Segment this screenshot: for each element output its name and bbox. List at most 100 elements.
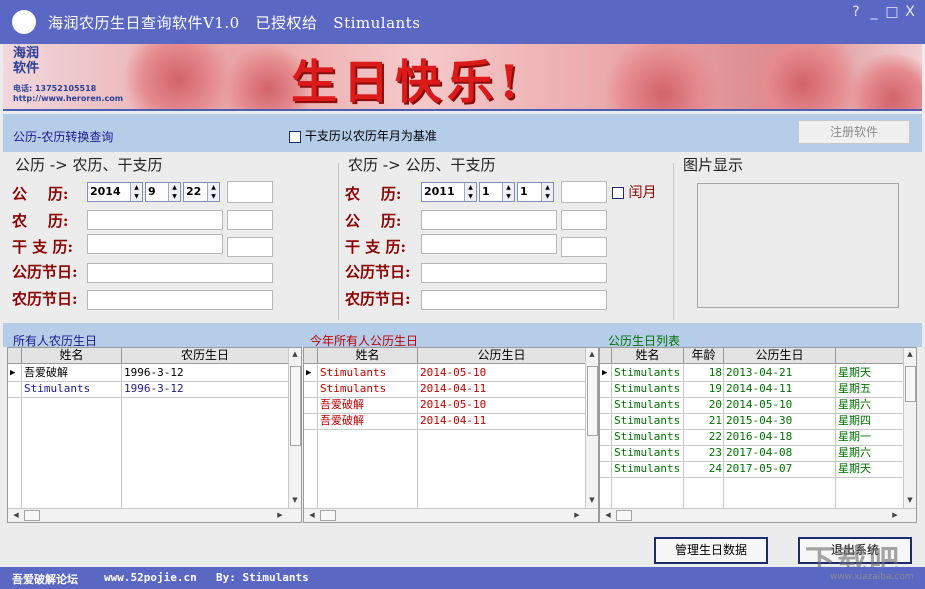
lists-header: 所有人农历生日 今年所有人公历生日 公历生日列表 [3,323,922,348]
leap-month-label: 闰月 [628,185,657,201]
watermark-url: www.xiazaiba.com [830,572,914,582]
rose-decoration [603,44,723,109]
horizontal-scrollbar[interactable]: ◀ ▶ [304,508,598,522]
lunar-holiday-field[interactable] [87,290,273,310]
row-indicator-header [304,348,318,364]
conversion-header: 公历-农历转换查询 干支历以农历年月为基准 注册软件 [3,114,922,152]
lunar-year-stepper[interactable]: 2011 ▲ ▼ [421,182,477,202]
solar-holiday-field[interactable] [87,263,273,283]
vertical-scrollbar[interactable]: ▲ ▼ [288,348,301,509]
ganzhi-result-label-2: 干 支 历: [345,238,406,256]
conversion-title: 公历-农历转换查询 [13,130,114,144]
lunar-weekday-field[interactable] [561,181,607,203]
solar-label: 公 历: [12,185,69,203]
horizontal-scrollbar[interactable]: ◀ ▶ [600,508,916,522]
contact-info: 电话: 13752105518 http://www.heroren.com [13,84,124,103]
column-header[interactable]: 姓名 [612,348,684,364]
ganzhi-checkbox-label: 干支历以农历年月为基准 [304,129,437,143]
row-indicator-header [8,348,22,364]
status-bar: 吾爱破解论坛 www.52pojie.cn By: Stimulants [0,567,925,589]
solar-day-stepper[interactable]: 22 ▲ ▼ [183,182,220,202]
current-row-arrow-icon: ▶ [602,368,608,378]
help-icon[interactable]: ? [849,4,863,20]
ganzhi-result-extra-field-2[interactable] [561,237,607,257]
banner: 海润 软件 电话: 13752105518 http://www.heroren… [3,44,922,111]
column-header[interactable]: 公历生日 [418,348,586,364]
solar-result-field[interactable] [421,210,557,230]
solar-holiday-label-2: 公历节日: [345,263,411,281]
solar-section-title: 公历 -> 农历、干支历 [15,156,163,174]
lunar-result-label: 农 历: [12,212,69,230]
manage-birthdays-button[interactable]: 管理生日数据 [654,537,768,564]
leap-month-checkbox[interactable] [612,187,624,199]
lunar-holiday-field-2[interactable] [421,290,607,310]
table-row[interactable]: Stimulants 21 2015-04-30 星期四 [600,413,904,429]
app-window: 海润农历生日查询软件V1.0 已授权给 Stimulants ? _ □ X 海… [0,0,925,589]
ganzhi-result-extra-field[interactable] [227,237,273,257]
table-row[interactable]: Stimulants 19 2014-04-11 星期五 [600,381,904,397]
table-row[interactable]: Stimulants 20 2014-05-10 星期六 [600,397,904,413]
ganzhi-option[interactable]: 干支历以农历年月为基准 [289,127,437,144]
close-icon[interactable]: X [903,4,917,20]
current-row-arrow-icon: ▶ [306,368,312,378]
lunar-birthday-grid[interactable]: 姓名 农历生日 ▶ 吾爱破解 1996-3-12 Stimulants 1996… [7,347,302,523]
table-row[interactable]: Stimulants 22 2016-04-18 星期一 [600,429,904,445]
ganzhi-checkbox[interactable] [289,130,301,143]
title-bar[interactable]: 海润农历生日查询软件V1.0 已授权给 Stimulants ? _ □ X [0,0,925,44]
table-row[interactable]: Stimulants 2014-04-11 [304,381,586,397]
lunar-holiday-label: 农历节日: [12,290,78,308]
vertical-scrollbar[interactable]: ▲ ▼ [903,348,916,509]
rose-decoration [123,44,233,109]
status-author: By: Stimulants [216,571,309,584]
ganzhi-result-field[interactable] [87,234,223,254]
lunar-month-stepper[interactable]: 1 ▲ ▼ [479,182,515,202]
lunar-input-label: 农 历: [345,185,402,203]
solar-result-label: 公 历: [345,212,402,230]
ganzhi-result-label: 干 支 历: [12,238,73,256]
column-header[interactable]: 公历生日 [724,348,836,364]
table-row[interactable]: Stimulants 23 2017-04-08 星期六 [600,445,904,461]
lunar-result-extra-field[interactable] [227,210,273,230]
status-forum: 吾爱破解论坛 [12,573,78,586]
status-site: www.52pojie.cn [104,571,197,584]
solar-month-stepper[interactable]: 9 ▲ ▼ [145,182,181,202]
picture-section-title: 图片显示 [683,156,744,174]
register-button[interactable]: 注册软件 [798,120,910,144]
birthday-slogan: 生日快乐! [291,55,526,109]
lunar-day-stepper[interactable]: 1 ▲ ▼ [517,182,554,202]
lunar-holiday-label-2: 农历节日: [345,290,411,308]
ganzhi-result-field-2[interactable] [421,234,557,254]
column-header[interactable]: 农历生日 [122,348,289,364]
yearly-solar-grid[interactable]: 姓名 公历生日 ▶ Stimulants 2014-05-10 Stimulan… [303,347,599,523]
leap-month-option[interactable]: 闰月 [612,182,656,202]
section-divider [338,163,339,320]
app-icon [12,10,36,34]
solar-weekday-field[interactable] [227,181,273,203]
table-row[interactable]: 吾爱破解 2014-04-11 [304,413,586,429]
company-logo: 海润 软件 [13,46,40,76]
minimize-icon[interactable]: _ [867,4,881,20]
table-row[interactable]: Stimulants 1996-3-12 [8,381,289,397]
lunar-result-field[interactable] [87,210,223,230]
table-row[interactable]: ▶ Stimulants 18 2013-04-21 星期天 [600,365,904,381]
solar-year-stepper[interactable]: 2014 ▲ ▼ [87,182,143,202]
window-controls: ? _ □ X [849,4,917,20]
table-row[interactable]: Stimulants 24 2017-05-07 星期天 [600,461,904,477]
picture-display [697,183,899,308]
lunar-section-title: 农历 -> 公历、干支历 [348,156,496,174]
solar-birthday-list-grid[interactable]: 姓名 年龄 公历生日 ▶ Stimulants 18 2013-04-21 星期… [599,347,917,523]
column-header[interactable]: 姓名 [318,348,418,364]
column-header[interactable]: 姓名 [22,348,122,364]
horizontal-scrollbar[interactable]: ◀ ▶ [8,508,301,522]
column-header[interactable]: 年龄 [684,348,724,364]
table-row[interactable]: 吾爱破解 2014-05-10 [304,397,586,413]
maximize-icon[interactable]: □ [885,4,899,20]
solar-holiday-label: 公历节日: [12,263,78,281]
vertical-scrollbar[interactable]: ▲ ▼ [585,348,598,509]
row-indicator-header [600,348,612,364]
table-row[interactable]: ▶ Stimulants 2014-05-10 [304,365,586,381]
solar-holiday-field-2[interactable] [421,263,607,283]
solar-result-extra-field[interactable] [561,210,607,230]
table-row[interactable]: ▶ 吾爱破解 1996-3-12 [8,365,289,381]
column-header[interactable] [836,348,904,364]
